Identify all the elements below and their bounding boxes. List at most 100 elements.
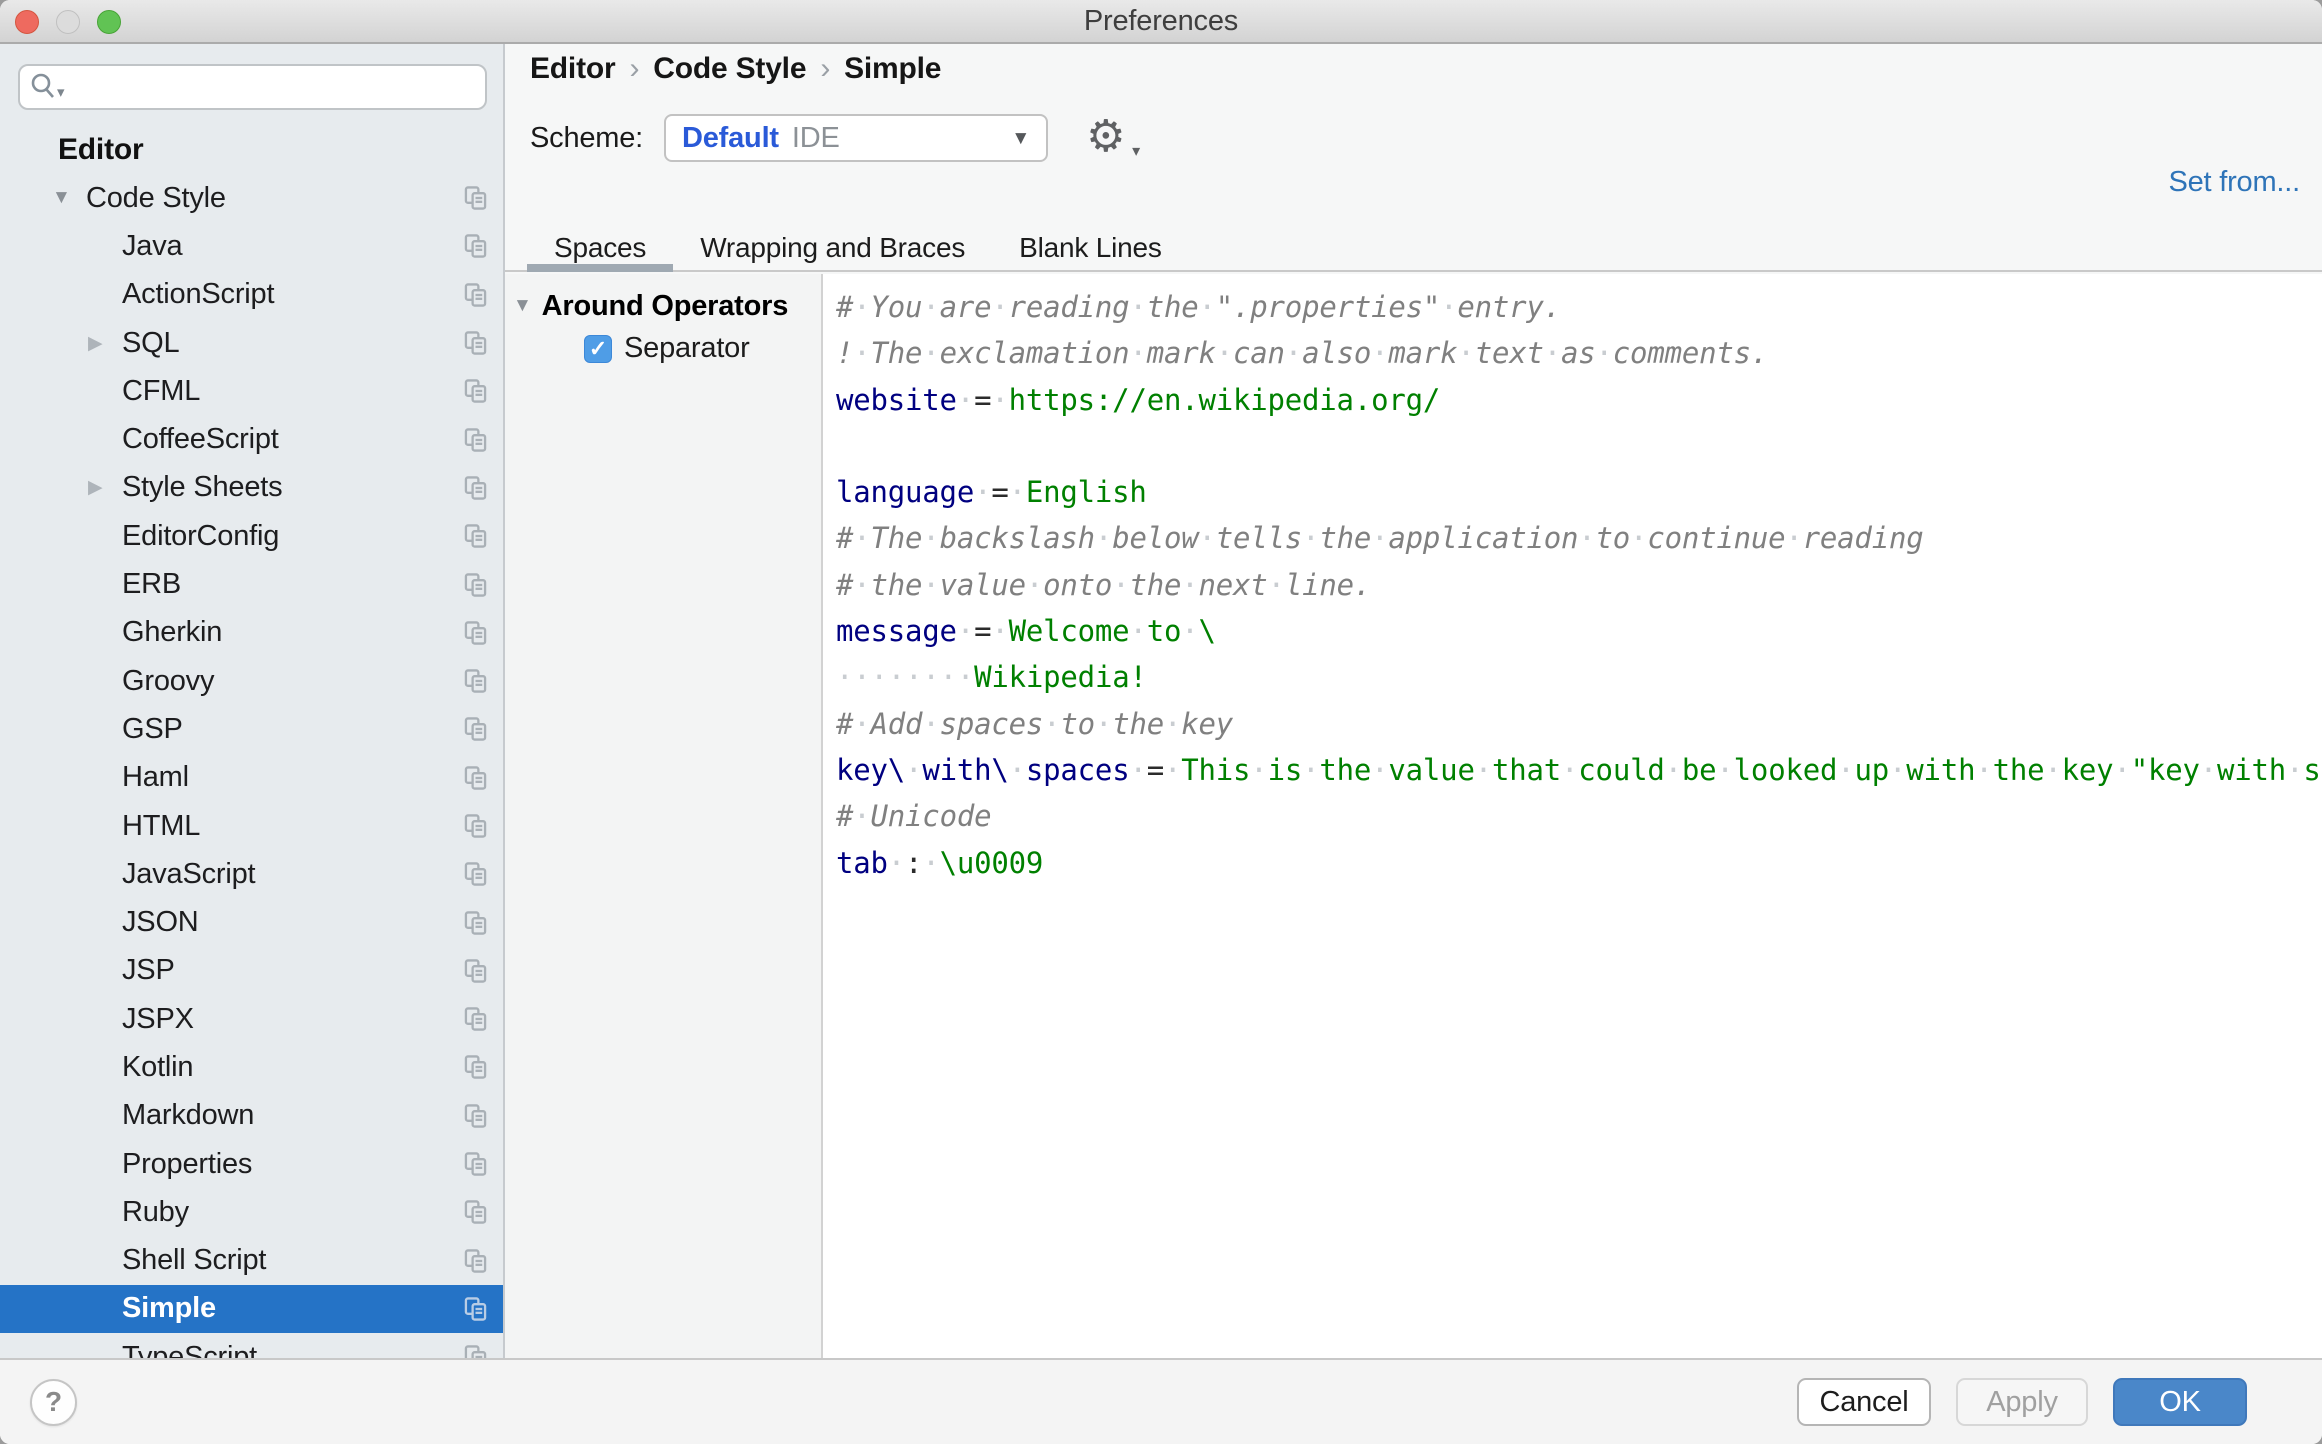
whitespace-dot: · (1250, 753, 1267, 787)
copy-settings-icon[interactable] (464, 910, 487, 935)
whitespace-dot: · (888, 660, 905, 694)
breadcrumb-separator-icon: › (629, 52, 639, 86)
whitespace-dot: · (1440, 290, 1457, 324)
copy-settings-icon[interactable] (464, 1055, 487, 1080)
sidebar-item-shell-script[interactable]: Shell Script (0, 1237, 503, 1285)
tree-arrow-icon[interactable]: ▶ (88, 332, 122, 355)
search-field[interactable]: ▾ (18, 64, 487, 110)
sidebar-item-style-sheets[interactable]: ▶ Style Sheets (0, 464, 503, 512)
copy-settings-icon[interactable] (464, 427, 487, 452)
close-window-button[interactable] (15, 10, 39, 34)
sidebar-item-editorconfig[interactable]: EditorConfig (0, 512, 503, 560)
copy-settings-icon[interactable] (464, 379, 487, 404)
sidebar-item-groovy[interactable]: Groovy (0, 657, 503, 705)
sidebar-item-simple[interactable]: Simple (0, 1285, 503, 1333)
code-line: ········Wikipedia! (836, 654, 2322, 700)
sidebar-item-gherkin[interactable]: Gherkin (0, 609, 503, 657)
copy-settings-icon[interactable] (464, 186, 487, 211)
code-line: #·You·are·reading·the·".properties"·entr… (836, 284, 2322, 330)
scheme-actions-button[interactable]: ⚙ ▾ (1086, 113, 1134, 163)
copy-settings-icon[interactable] (464, 1200, 487, 1225)
tab-spaces[interactable]: Spaces (527, 228, 673, 270)
search-filter-arrow-icon[interactable]: ▾ (57, 83, 64, 101)
copy-settings-icon[interactable] (464, 234, 487, 259)
whitespace-dot: · (853, 660, 870, 694)
tab-blank-lines[interactable]: Blank Lines (992, 228, 1189, 270)
whitespace-dot: · (1371, 521, 1388, 555)
sidebar-item-label: JSPX (122, 1003, 194, 1036)
sidebar-item-javascript[interactable]: JavaScript (0, 850, 503, 898)
sidebar-item-json[interactable]: JSON (0, 898, 503, 946)
apply-button[interactable]: Apply (1956, 1378, 2088, 1426)
copy-settings-icon[interactable] (464, 524, 487, 549)
code-line: #·The·backslash·below·tells·the·applicat… (836, 515, 2322, 561)
sidebar-item-markdown[interactable]: Markdown (0, 1092, 503, 1140)
sidebar-item-jsp[interactable]: JSP (0, 947, 503, 995)
tree-arrow-icon[interactable]: ▶ (88, 476, 122, 499)
sidebar-item-properties[interactable]: Properties (0, 1140, 503, 1188)
sidebar-header-editor[interactable]: Editor (0, 126, 503, 174)
sidebar-item-typescript[interactable]: TypeScript (0, 1333, 503, 1358)
sidebar-item-java[interactable]: Java (0, 222, 503, 270)
copy-settings-icon[interactable] (464, 814, 487, 839)
copy-settings-icon[interactable] (464, 1296, 487, 1321)
sidebar-item-label: ActionScript (122, 278, 274, 311)
copy-settings-icon[interactable] (464, 765, 487, 790)
copy-settings-icon[interactable] (464, 1345, 487, 1358)
sidebar-item-jspx[interactable]: JSPX (0, 995, 503, 1043)
sidebar-item-code-style[interactable]: ▼ Code Style (0, 174, 503, 222)
sidebar-item-actionscript[interactable]: ActionScript (0, 271, 503, 319)
copy-settings-icon[interactable] (464, 1007, 487, 1032)
copy-settings-icon[interactable] (464, 669, 487, 694)
whitespace-dot: · (888, 846, 905, 880)
breadcrumb-editor[interactable]: Editor (530, 52, 615, 86)
set-from-link[interactable]: Set from... (2168, 166, 2300, 199)
sidebar-item-coffeescript[interactable]: CoffeeScript (0, 415, 503, 463)
sidebar-item-haml[interactable]: Haml (0, 754, 503, 802)
window-controls (15, 10, 121, 34)
sidebar-item-ruby[interactable]: Ruby (0, 1188, 503, 1236)
copy-settings-icon[interactable] (464, 1248, 487, 1273)
whitespace-dot: · (922, 568, 939, 602)
window-title: Preferences (0, 0, 2322, 42)
separator-checkbox[interactable]: ✓ (584, 335, 612, 363)
sidebar-item-label: JavaScript (122, 858, 255, 891)
copy-settings-icon[interactable] (464, 475, 487, 500)
copy-settings-icon[interactable] (464, 620, 487, 645)
whitespace-dot: · (2113, 753, 2130, 787)
copy-settings-icon[interactable] (464, 572, 487, 597)
copy-settings-icon[interactable] (464, 1103, 487, 1128)
collapse-arrow-icon[interactable]: ▼ (513, 295, 532, 317)
options-group-row[interactable]: ▼ Around Operators (505, 286, 821, 326)
sidebar-item-label: JSP (122, 954, 175, 987)
cancel-button[interactable]: Cancel (1797, 1378, 1931, 1426)
copy-settings-icon[interactable] (464, 282, 487, 307)
tree-arrow-icon[interactable]: ▼ (52, 187, 86, 209)
tab-wrapping-and-braces[interactable]: Wrapping and Braces (673, 228, 992, 270)
sidebar-item-label: Groovy (122, 665, 214, 698)
copy-settings-icon[interactable] (464, 958, 487, 983)
copy-settings-icon[interactable] (464, 717, 487, 742)
whitespace-dot: · (974, 475, 991, 509)
scheme-select[interactable]: Default IDE ▼ (664, 114, 1048, 162)
minimize-window-button[interactable] (56, 10, 80, 34)
sidebar-item-sql[interactable]: ▶ SQL (0, 319, 503, 367)
whitespace-dot: · (853, 521, 870, 555)
breadcrumb-code-style[interactable]: Code Style (653, 52, 806, 86)
copy-settings-icon[interactable] (464, 331, 487, 356)
sidebar-item-cfml[interactable]: CFML (0, 367, 503, 415)
sidebar-item-kotlin[interactable]: Kotlin (0, 1043, 503, 1091)
bottom-bar: ? Cancel Apply OK (0, 1358, 2322, 1444)
copy-settings-icon[interactable] (464, 862, 487, 887)
sidebar-item-erb[interactable]: ERB (0, 560, 503, 608)
sidebar-item-html[interactable]: HTML (0, 802, 503, 850)
copy-settings-icon[interactable] (464, 1152, 487, 1177)
separator-checkbox-label[interactable]: Separator (624, 332, 750, 365)
zoom-window-button[interactable] (97, 10, 121, 34)
sidebar-item-gsp[interactable]: GSP (0, 705, 503, 753)
help-button[interactable]: ? (30, 1379, 77, 1426)
sidebar-item-label: Shell Script (122, 1244, 266, 1277)
ok-button[interactable]: OK (2113, 1378, 2247, 1426)
search-input[interactable] (72, 68, 475, 106)
whitespace-dot: · (922, 846, 939, 880)
